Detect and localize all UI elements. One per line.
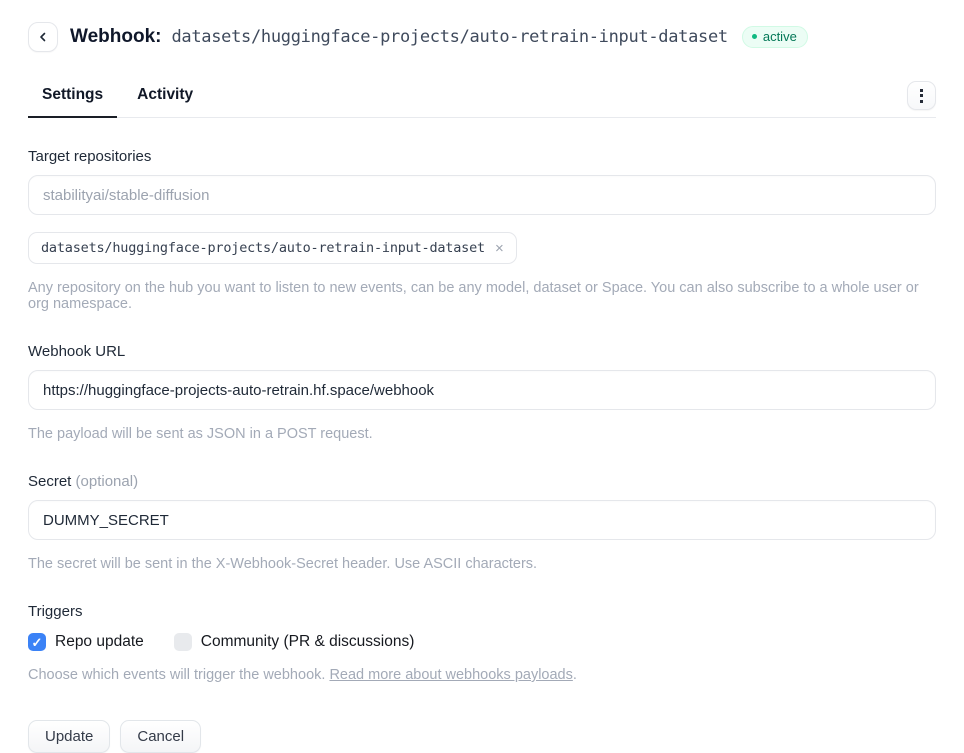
secret-input[interactable] (28, 500, 936, 540)
secret-help: The secret will be sent in the X-Webhook… (28, 556, 936, 572)
update-button[interactable]: Update (28, 720, 110, 753)
target-repositories-label: Target repositories (28, 148, 936, 165)
form-actions: Update Cancel (28, 720, 936, 753)
trigger-community-label: Community (PR & discussions) (201, 633, 415, 651)
webhook-url-section: Webhook URL The payload will be sent as … (28, 343, 936, 442)
target-repositories-input[interactable] (28, 175, 936, 215)
secret-section: Secret (optional) The secret will be sen… (28, 473, 936, 572)
trigger-community[interactable]: Community (PR & discussions) (174, 633, 415, 651)
status-dot-icon (752, 34, 757, 39)
triggers-help: Choose which events will trigger the web… (28, 667, 936, 683)
triggers-label: Triggers (28, 603, 936, 620)
webhook-form: Target repositories datasets/huggingface… (28, 118, 936, 753)
back-chevron-icon (38, 32, 48, 42)
webhook-url-label: Webhook URL (28, 343, 936, 360)
triggers-section: Triggers ✓ Repo update Community (PR & d… (28, 603, 936, 683)
cancel-button[interactable]: Cancel (120, 720, 201, 753)
back-button[interactable] (28, 22, 58, 52)
trigger-repo-update-label: Repo update (55, 633, 144, 651)
webhooks-payloads-link[interactable]: Read more about webhooks payloads (329, 667, 572, 683)
triggers-options: ✓ Repo update Community (PR & discussion… (28, 633, 936, 651)
tab-settings[interactable]: Settings (28, 78, 117, 117)
webhook-url-input[interactable] (28, 370, 936, 410)
chip-row: datasets/huggingface-projects/auto-retra… (28, 232, 936, 264)
secret-label: Secret (optional) (28, 473, 936, 490)
header: Webhook: datasets/huggingface-projects/a… (28, 22, 936, 52)
chip-close-icon[interactable]: × (495, 241, 504, 256)
webhook-settings-page: Webhook: datasets/huggingface-projects/a… (0, 0, 964, 732)
repo-chip-label: datasets/huggingface-projects/auto-retra… (41, 240, 485, 256)
webhook-repo-name: datasets/huggingface-projects/auto-retra… (171, 27, 727, 47)
checkbox-unchecked-icon[interactable] (174, 633, 192, 651)
secret-optional-label: (optional) (76, 473, 139, 490)
checkbox-checked-icon[interactable]: ✓ (28, 633, 46, 651)
status-badge-label: active (763, 30, 797, 43)
trigger-repo-update[interactable]: ✓ Repo update (28, 633, 144, 651)
tab-activity[interactable]: Activity (123, 78, 207, 117)
kebab-menu-icon (920, 89, 923, 103)
tab-bar: Settings Activity (28, 78, 936, 118)
target-repositories-section: Target repositories datasets/huggingface… (28, 148, 936, 312)
page-title: Webhook: datasets/huggingface-projects/a… (70, 26, 728, 48)
target-repositories-help: Any repository on the hub you want to li… (28, 280, 936, 312)
repo-chip: datasets/huggingface-projects/auto-retra… (28, 232, 517, 264)
more-options-button[interactable] (907, 81, 936, 110)
webhook-url-help: The payload will be sent as JSON in a PO… (28, 426, 936, 442)
status-badge: active (742, 26, 808, 48)
webhook-title-label: Webhook: (70, 26, 161, 48)
